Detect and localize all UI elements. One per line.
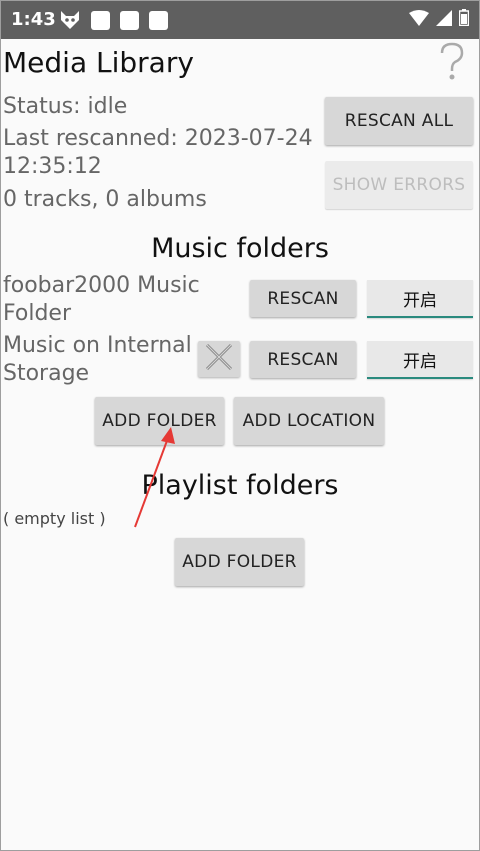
rescan-all-button[interactable]: RESCAN ALL	[325, 97, 473, 145]
rescan-button[interactable]: RESCAN	[250, 280, 356, 317]
empty-list-text: ( empty list )	[3, 509, 106, 528]
folder-name: foobar2000 Music Folder	[3, 272, 200, 328]
notification-icon	[91, 11, 110, 30]
signal-icon	[436, 9, 452, 30]
rescan-button[interactable]: RESCAN	[250, 341, 356, 378]
show-errors-button[interactable]: SHOW ERRORS	[325, 161, 473, 209]
playlist-folders-title: Playlist folders	[141, 470, 339, 501]
folder-name-line: Folder	[3, 301, 71, 326]
notification-icon	[120, 11, 139, 30]
question-icon[interactable]	[437, 42, 467, 86]
last-rescanned-time: 12:35:12	[3, 154, 102, 179]
add-location-button[interactable]: ADD LOCATION	[234, 397, 384, 445]
last-rescanned-text: Last rescanned: 2023-07-24	[3, 126, 313, 151]
add-music-folder-button[interactable]: ADD FOLDER	[95, 397, 224, 445]
folder-name-line: Music on Internal	[3, 333, 192, 358]
track-counts: 0 tracks, 0 albums	[3, 187, 207, 212]
fox-icon	[59, 10, 81, 34]
enable-toggle[interactable]: 开启	[367, 280, 473, 318]
page-title: Media Library	[3, 46, 194, 79]
enable-toggle[interactable]: 开启	[367, 341, 473, 379]
folder-name-line: foobar2000 Music	[3, 273, 200, 298]
notification-icon	[149, 11, 168, 30]
status-text: Status: idle	[3, 94, 128, 119]
status-bar: 1:43	[1, 1, 479, 39]
music-folders-title: Music folders	[151, 233, 329, 264]
status-time: 1:43	[11, 9, 56, 30]
folder-name: Music on Internal Storage	[3, 332, 192, 388]
battery-icon	[458, 9, 470, 30]
add-playlist-folder-button[interactable]: ADD FOLDER	[175, 538, 304, 586]
remove-folder-button[interactable]	[198, 341, 240, 377]
close-icon	[204, 342, 234, 376]
wifi-icon	[409, 9, 429, 30]
folder-name-line: Storage	[3, 361, 90, 386]
